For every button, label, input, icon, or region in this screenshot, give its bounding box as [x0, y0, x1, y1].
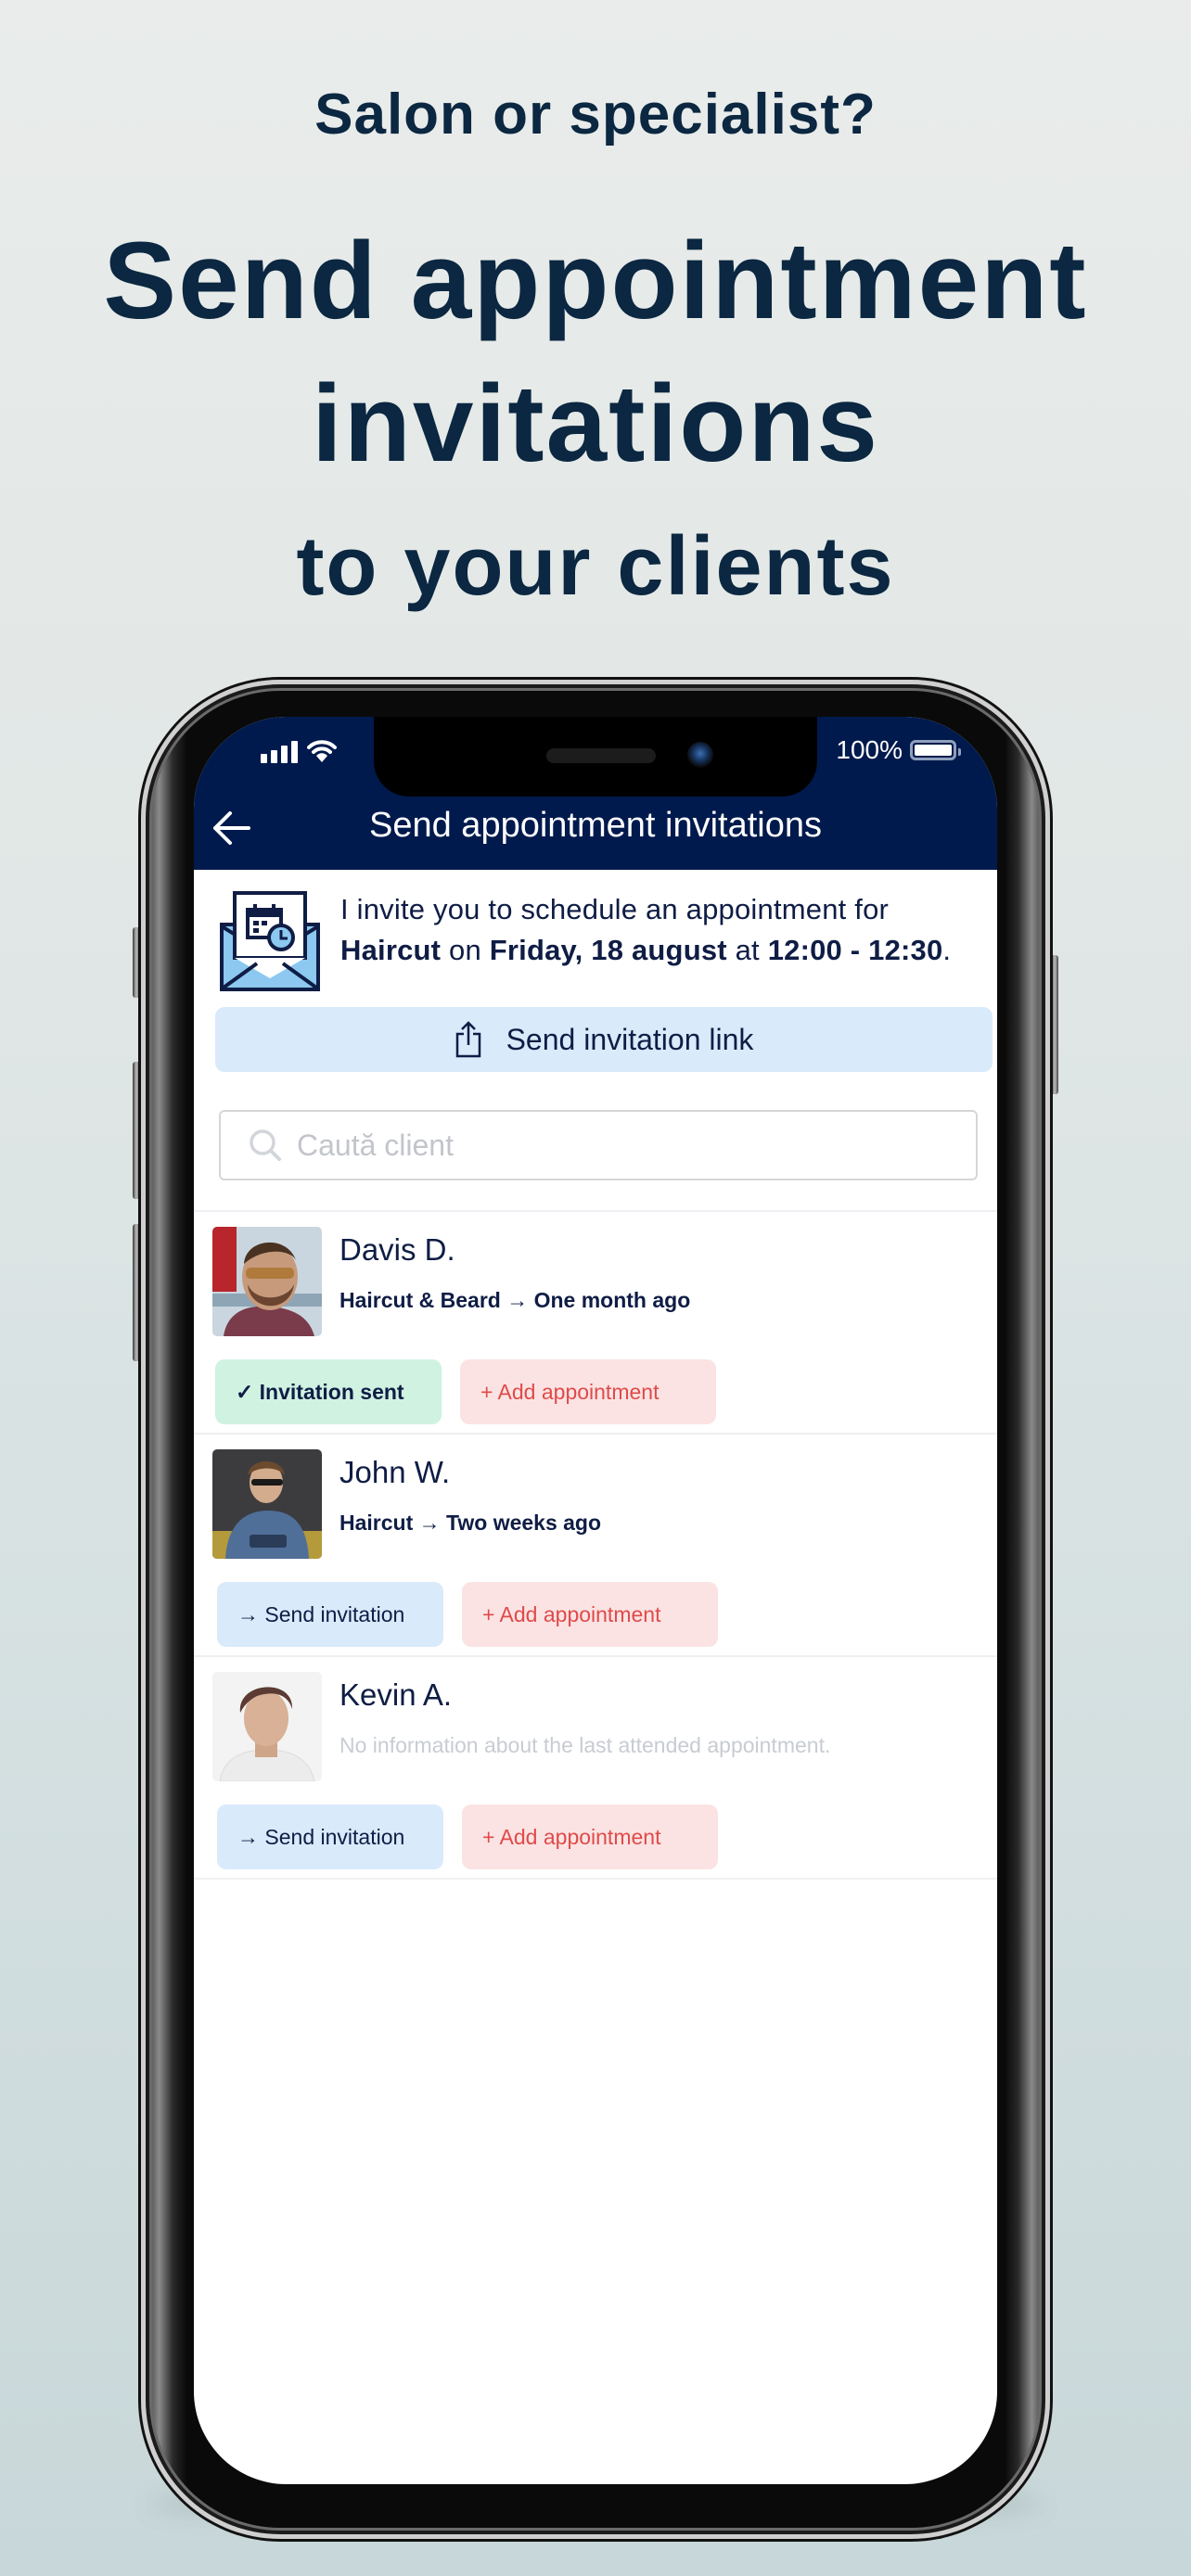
divider	[194, 1878, 997, 1880]
client-row: John W. Haircut → Two weeks ago → Send i…	[194, 1435, 997, 1655]
client-search-input[interactable]	[295, 1127, 948, 1164]
add-appointment-button[interactable]: + Add appointment	[462, 1582, 718, 1647]
invitation-message: I invite you to schedule an appointment …	[220, 889, 980, 991]
speaker-grille	[546, 748, 656, 763]
page-title: Send appointment invitations	[369, 806, 822, 845]
phone-power-button	[1051, 955, 1058, 1094]
send-invitation-link-label: Send invitation link	[506, 1022, 754, 1056]
client-avatar	[212, 1672, 322, 1781]
hero-title-line2: invitations	[311, 363, 880, 485]
battery-percentage: 100%	[836, 735, 903, 764]
client-row: Kevin A. No information about the last a…	[194, 1657, 997, 1878]
client-name: Davis D.	[339, 1232, 455, 1267]
hero-title-line1: Send appointment	[103, 220, 1088, 342]
client-last-appointment: Haircut → Two weeks ago	[339, 1511, 602, 1535]
client-row: Davis D. Haircut & Beard → One month ago…	[194, 1212, 997, 1433]
signal-icon	[261, 741, 298, 763]
status-left	[261, 739, 337, 763]
search-icon	[250, 1129, 281, 1161]
client-last-appointment: No information about the last attended a…	[339, 1733, 831, 1757]
share-icon	[455, 1021, 480, 1058]
client-last-appointment: Haircut & Beard → One month ago	[339, 1288, 691, 1312]
invitation-text: I invite you to schedule an appointment …	[340, 889, 951, 991]
send-invitation-button[interactable]: → Send invitation	[217, 1582, 443, 1647]
client-name: John W.	[339, 1455, 451, 1489]
phone-screen: 100% Send appointment invitations I invi…	[194, 717, 997, 2484]
front-camera	[687, 742, 713, 768]
battery-fill	[915, 745, 952, 756]
invitation-sent-button[interactable]: ✓ Invitation sent	[215, 1359, 442, 1424]
battery-icon	[910, 740, 961, 760]
client-avatar	[212, 1227, 322, 1336]
invitation-time: 12:00 - 12:30	[767, 934, 943, 966]
client-avatar	[212, 1449, 322, 1559]
send-invitation-link-button[interactable]: Send invitation link	[215, 1007, 992, 1072]
invitation-end: .	[942, 934, 952, 966]
status-right: 100%	[836, 735, 961, 765]
hero-tagline: to your clients	[296, 520, 895, 613]
envelope-calendar-icon	[220, 891, 320, 991]
phone-mute-switch	[133, 927, 140, 998]
client-search[interactable]	[219, 1110, 978, 1180]
add-appointment-button[interactable]: + Add appointment	[460, 1359, 716, 1424]
add-appointment-button[interactable]: + Add appointment	[462, 1804, 718, 1869]
phone-notch	[374, 717, 817, 797]
invitation-intro: I invite you to schedule an appointment …	[340, 893, 890, 925]
phone-volume-up	[133, 1062, 140, 1199]
invitation-at: at	[726, 934, 768, 966]
wifi-icon	[307, 740, 337, 762]
send-invitation-button[interactable]: → Send invitation	[217, 1804, 443, 1869]
phone-volume-down	[133, 1224, 140, 1361]
invitation-date: Friday, 18 august	[489, 934, 727, 966]
hero-subtitle: Salon or specialist?	[314, 83, 877, 147]
invitation-on: on	[441, 934, 490, 966]
invitation-service: Haircut	[340, 934, 442, 966]
client-name: Kevin A.	[339, 1677, 453, 1712]
